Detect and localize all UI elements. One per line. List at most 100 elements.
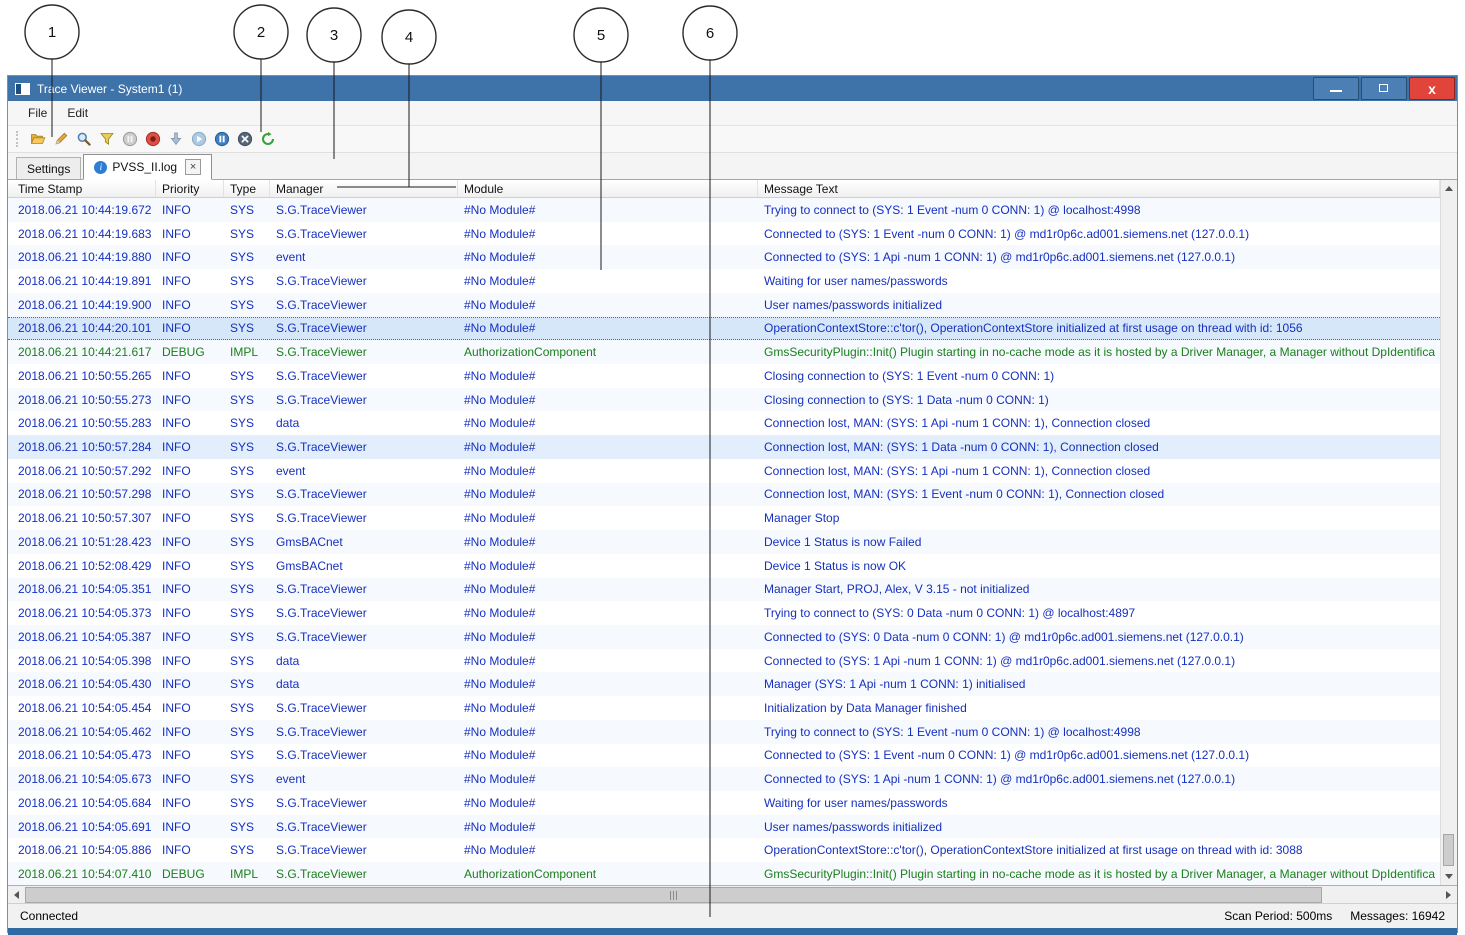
menu-file[interactable]: File bbox=[18, 103, 57, 123]
scroll-down-icon[interactable] bbox=[166, 129, 186, 149]
column-header-type[interactable]: Type bbox=[224, 180, 270, 197]
suspend-icon[interactable] bbox=[120, 129, 140, 149]
cell-type: SYS bbox=[224, 748, 270, 762]
column-header-time-stamp[interactable]: Time Stamp bbox=[8, 180, 156, 197]
table-row[interactable]: 2018.06.21 10:54:05.373INFOSYSS.G.TraceV… bbox=[8, 601, 1440, 625]
cell-manager: S.G.TraceViewer bbox=[270, 440, 458, 454]
cell-manager: event bbox=[270, 464, 458, 478]
minimize-button[interactable] bbox=[1313, 77, 1359, 100]
table-row[interactable]: 2018.06.21 10:44:19.672INFOSYSS.G.TraceV… bbox=[8, 198, 1440, 222]
table-row[interactable]: 2018.06.21 10:44:19.683INFOSYSS.G.TraceV… bbox=[8, 222, 1440, 246]
table-row[interactable]: 2018.06.21 10:50:55.265INFOSYSS.G.TraceV… bbox=[8, 364, 1440, 388]
table-row[interactable]: 2018.06.21 10:54:05.473INFOSYSS.G.TraceV… bbox=[8, 744, 1440, 768]
cell-timestamp: 2018.06.21 10:50:55.265 bbox=[8, 369, 156, 383]
search-icon[interactable] bbox=[74, 129, 94, 149]
cell-manager: S.G.TraceViewer bbox=[270, 345, 458, 359]
message-count: Messages: 16942 bbox=[1350, 909, 1445, 923]
cell-type: SYS bbox=[224, 203, 270, 217]
stop-icon[interactable] bbox=[235, 129, 255, 149]
cell-type: SYS bbox=[224, 487, 270, 501]
table-row[interactable]: 2018.06.21 10:54:05.684INFOSYSS.G.TraceV… bbox=[8, 791, 1440, 815]
cell-type: SYS bbox=[224, 511, 270, 525]
table-row[interactable]: 2018.06.21 10:44:19.900INFOSYSS.G.TraceV… bbox=[8, 293, 1440, 317]
column-header-priority[interactable]: Priority bbox=[156, 180, 224, 197]
filter-icon[interactable] bbox=[97, 129, 117, 149]
callout-1 bbox=[25, 5, 79, 59]
cell-manager: S.G.TraceViewer bbox=[270, 582, 458, 596]
window-title: Trace Viewer - System1 (1) bbox=[37, 82, 182, 96]
scrollbar-right-icon[interactable] bbox=[1440, 886, 1457, 903]
table-row[interactable]: 2018.06.21 10:54:05.673INFOSYSevent#No M… bbox=[8, 767, 1440, 791]
table-row[interactable]: 2018.06.21 10:54:05.351INFOSYSS.G.TraceV… bbox=[8, 578, 1440, 602]
table-row[interactable]: 2018.06.21 10:44:20.101INFOSYSS.G.TraceV… bbox=[8, 317, 1440, 341]
table-row[interactable]: 2018.06.21 10:50:55.273INFOSYSS.G.TraceV… bbox=[8, 388, 1440, 412]
table-row[interactable]: 2018.06.21 10:50:57.284INFOSYSS.G.TraceV… bbox=[8, 435, 1440, 459]
vertical-scrollbar-thumb[interactable] bbox=[1443, 834, 1454, 866]
refresh-icon[interactable] bbox=[258, 129, 278, 149]
table-row[interactable]: 2018.06.21 10:54:05.430INFOSYSdata#No Mo… bbox=[8, 672, 1440, 696]
column-header-message-text[interactable]: Message Text bbox=[758, 180, 1440, 197]
table-row[interactable]: 2018.06.21 10:54:05.462INFOSYSS.G.TraceV… bbox=[8, 720, 1440, 744]
table-row[interactable]: 2018.06.21 10:54:05.691INFOSYSS.G.TraceV… bbox=[8, 815, 1440, 839]
play-icon[interactable] bbox=[189, 129, 209, 149]
cell-module: #No Module# bbox=[458, 535, 758, 549]
open-icon[interactable] bbox=[28, 129, 48, 149]
cell-message: Device 1 Status is now OK bbox=[758, 559, 1440, 573]
cell-priority: INFO bbox=[156, 321, 224, 335]
close-button[interactable]: x bbox=[1409, 77, 1455, 100]
cell-priority: INFO bbox=[156, 559, 224, 573]
cell-timestamp: 2018.06.21 10:50:55.283 bbox=[8, 416, 156, 430]
scrollbar-up-icon[interactable] bbox=[1441, 180, 1457, 197]
table-row[interactable]: 2018.06.21 10:50:57.292INFOSYSevent#No M… bbox=[8, 459, 1440, 483]
table-row[interactable]: 2018.06.21 10:54:05.454INFOSYSS.G.TraceV… bbox=[8, 696, 1440, 720]
cell-priority: INFO bbox=[156, 274, 224, 288]
menu-edit[interactable]: Edit bbox=[57, 103, 98, 123]
tab-close-icon[interactable]: × bbox=[185, 159, 201, 175]
cell-type: SYS bbox=[224, 559, 270, 573]
cell-module: #No Module# bbox=[458, 654, 758, 668]
table-row[interactable]: 2018.06.21 10:54:05.387INFOSYSS.G.TraceV… bbox=[8, 625, 1440, 649]
table-row[interactable]: 2018.06.21 10:44:19.880INFOSYSevent#No M… bbox=[8, 245, 1440, 269]
horizontal-scrollbar[interactable] bbox=[8, 886, 1457, 903]
cell-message: OperationContextStore::c'tor(), Operatio… bbox=[758, 843, 1440, 857]
tab-pvss-log[interactable]: PVSS_II.log × bbox=[83, 154, 212, 180]
edit-icon[interactable] bbox=[51, 129, 71, 149]
cell-module: #No Module# bbox=[458, 820, 758, 834]
cell-priority: INFO bbox=[156, 725, 224, 739]
cell-module: #No Module# bbox=[458, 440, 758, 454]
cell-message: User names/passwords initialized bbox=[758, 820, 1440, 834]
cell-timestamp: 2018.06.21 10:54:05.373 bbox=[8, 606, 156, 620]
pause-icon[interactable] bbox=[212, 129, 232, 149]
table-row[interactable]: 2018.06.21 10:50:55.283INFOSYSdata#No Mo… bbox=[8, 411, 1440, 435]
table-row[interactable]: 2018.06.21 10:44:19.891INFOSYSS.G.TraceV… bbox=[8, 269, 1440, 293]
toolbar-icons bbox=[28, 129, 278, 149]
cell-type: SYS bbox=[224, 582, 270, 596]
cell-type: SYS bbox=[224, 298, 270, 312]
table-row[interactable]: 2018.06.21 10:44:21.617DEBUGIMPLS.G.Trac… bbox=[8, 340, 1440, 364]
scrollbar-down-icon[interactable] bbox=[1441, 868, 1457, 885]
table-row[interactable]: 2018.06.21 10:51:28.423INFOSYSGmsBACnet#… bbox=[8, 530, 1440, 554]
horizontal-scrollbar-thumb[interactable] bbox=[25, 887, 1322, 903]
cell-module: #No Module# bbox=[458, 321, 758, 335]
table-row[interactable]: 2018.06.21 10:54:05.398INFOSYSdata#No Mo… bbox=[8, 649, 1440, 673]
table-row[interactable]: 2018.06.21 10:50:57.307INFOSYSS.G.TraceV… bbox=[8, 506, 1440, 530]
cell-message: Trying to connect to (SYS: 1 Event -num … bbox=[758, 725, 1440, 739]
column-header-manager[interactable]: Manager bbox=[270, 180, 458, 197]
table-row[interactable]: 2018.06.21 10:50:57.298INFOSYSS.G.TraceV… bbox=[8, 483, 1440, 507]
scrollbar-left-icon[interactable] bbox=[8, 886, 25, 903]
maximize-button[interactable] bbox=[1361, 77, 1407, 100]
table-row[interactable]: 2018.06.21 10:54:05.886INFOSYSS.G.TraceV… bbox=[8, 838, 1440, 862]
cell-priority: INFO bbox=[156, 843, 224, 857]
column-header-module[interactable]: Module bbox=[458, 180, 758, 197]
vertical-scrollbar[interactable] bbox=[1440, 180, 1457, 885]
tab-settings[interactable]: Settings bbox=[16, 157, 81, 179]
cell-manager: S.G.TraceViewer bbox=[270, 321, 458, 335]
table-row[interactable]: 2018.06.21 10:52:08.429INFOSYSGmsBACnet#… bbox=[8, 554, 1440, 578]
record-icon[interactable] bbox=[143, 129, 163, 149]
cell-module: #No Module# bbox=[458, 582, 758, 596]
cell-type: SYS bbox=[224, 654, 270, 668]
cell-priority: INFO bbox=[156, 535, 224, 549]
cell-timestamp: 2018.06.21 10:54:05.684 bbox=[8, 796, 156, 810]
table-row[interactable]: 2018.06.21 10:54:07.410DEBUGIMPLS.G.Trac… bbox=[8, 862, 1440, 885]
cell-message: Connected to (SYS: 1 Event -num 0 CONN: … bbox=[758, 748, 1440, 762]
